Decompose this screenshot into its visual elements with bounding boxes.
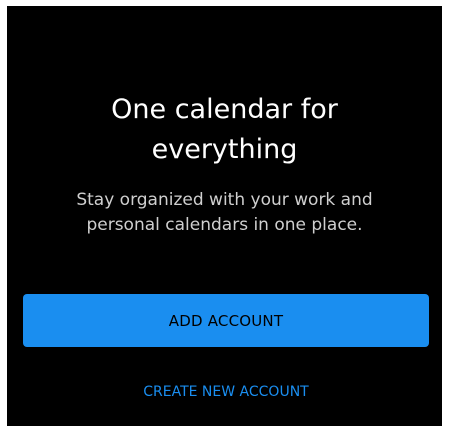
subtitle-line-1: Stay organized with your work and <box>76 190 373 210</box>
title-line-1: One calendar for <box>111 94 338 125</box>
add-account-label: ADD ACCOUNT <box>168 311 284 330</box>
add-account-button[interactable]: ADD ACCOUNT <box>23 294 429 347</box>
onboarding-screen: One calendar for everything Stay organiz… <box>7 6 442 426</box>
title-line-2: everything <box>151 134 298 165</box>
onboarding-subtitle: Stay organized with your work and person… <box>7 188 442 238</box>
onboarding-title: One calendar for everything <box>7 90 442 170</box>
create-new-account-button[interactable]: CREATE NEW ACCOUNT <box>23 374 429 410</box>
subtitle-line-2: personal calendars in one place. <box>86 215 363 235</box>
create-new-account-label: CREATE NEW ACCOUNT <box>143 384 309 400</box>
